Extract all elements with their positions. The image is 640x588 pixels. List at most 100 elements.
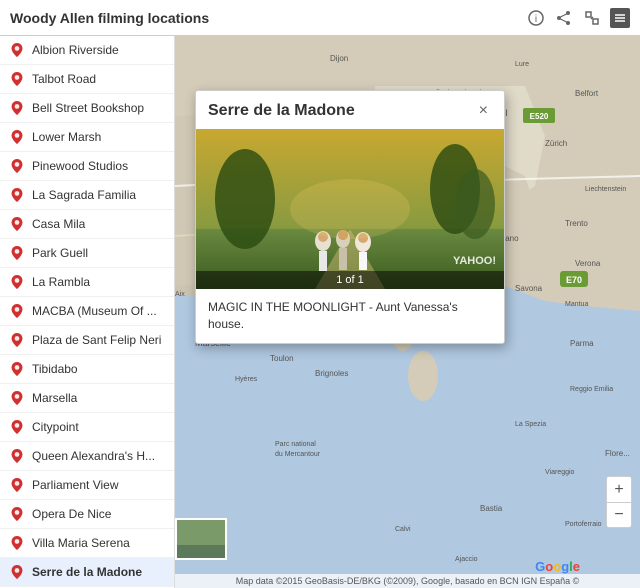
pin-icon bbox=[10, 565, 24, 579]
sidebar-item-label: Villa Maria Serena bbox=[32, 536, 130, 550]
pin-icon bbox=[10, 449, 24, 463]
svg-text:E70: E70 bbox=[566, 275, 582, 285]
sidebar-item-label: Tibidabo bbox=[32, 362, 78, 376]
pin-icon bbox=[10, 478, 24, 492]
sidebar-item-2[interactable]: Talbot Road bbox=[0, 65, 174, 94]
location-popup: Serre de la Madone × bbox=[195, 90, 505, 344]
pin-icon bbox=[10, 536, 24, 550]
header-actions: i bbox=[526, 8, 630, 28]
sidebar-item-label: Albion Riverside bbox=[32, 43, 119, 57]
sidebar-item-label: Plaza de Sant Felip Neri bbox=[32, 333, 161, 347]
svg-text:Flore...: Flore... bbox=[605, 449, 630, 458]
sidebar-item-label: La Rambla bbox=[32, 275, 90, 289]
sidebar-item-label: Parliament View bbox=[32, 478, 118, 492]
sidebar-item-5[interactable]: Pinewood Studios bbox=[0, 152, 174, 181]
sidebar-item-7[interactable]: Casa Mila bbox=[0, 210, 174, 239]
sidebar-item-13[interactable]: Marsella bbox=[0, 384, 174, 413]
yahoo-watermark: YAHOO! bbox=[453, 255, 496, 267]
sidebar-item-label: Queen Alexandra's H... bbox=[32, 449, 155, 463]
sidebar-item-8[interactable]: Park Guell bbox=[0, 239, 174, 268]
svg-text:Portoferraio: Portoferraio bbox=[565, 521, 602, 528]
zoom-in-button[interactable]: + bbox=[606, 476, 632, 502]
sidebar-item-label: Park Guell bbox=[32, 246, 88, 260]
share-icon[interactable] bbox=[554, 8, 574, 28]
svg-text:Viareggio: Viareggio bbox=[545, 469, 575, 476]
svg-text:Lure: Lure bbox=[515, 61, 529, 68]
zoom-out-button[interactable]: − bbox=[606, 502, 632, 528]
sidebar-item-3[interactable]: Bell Street Bookshop bbox=[0, 94, 174, 123]
sidebar-item-10[interactable]: MACBA (Museum Of ... bbox=[0, 297, 174, 326]
svg-text:Dijon: Dijon bbox=[330, 54, 348, 63]
popup-title: Serre de la Madone bbox=[208, 102, 355, 120]
sidebar-item-label: MACBA (Museum Of ... bbox=[32, 304, 157, 318]
street-view-thumbnail[interactable] bbox=[175, 518, 227, 560]
svg-text:Reggio Emilia: Reggio Emilia bbox=[570, 386, 613, 393]
sidebar-item-label: Opera De Nice bbox=[32, 507, 111, 521]
svg-text:Brignoles: Brignoles bbox=[315, 369, 348, 378]
sidebar-item-label: Talbot Road bbox=[32, 72, 96, 86]
pin-icon bbox=[10, 362, 24, 376]
svg-text:Hyères: Hyères bbox=[235, 376, 258, 383]
popup-header: Serre de la Madone × bbox=[196, 91, 504, 129]
popup-close-button[interactable]: × bbox=[475, 101, 492, 121]
svg-text:Trento: Trento bbox=[565, 219, 588, 228]
pin-icon bbox=[10, 391, 24, 405]
location-sidebar: Albion Riverside Talbot Road Bell Street… bbox=[0, 36, 175, 588]
sidebar-item-12[interactable]: Tibidabo bbox=[0, 355, 174, 384]
pin-icon bbox=[10, 217, 24, 231]
svg-text:Liechtenstein: Liechtenstein bbox=[585, 186, 626, 193]
sidebar-item-label: Lower Marsh bbox=[32, 130, 101, 144]
svg-text:Parc national: Parc national bbox=[275, 441, 316, 448]
sidebar-item-16[interactable]: Parliament View bbox=[0, 471, 174, 500]
sidebar-item-label: Bell Street Bookshop bbox=[32, 101, 144, 115]
popup-image-container: YAHOO! 1 of 1 bbox=[196, 129, 504, 289]
sidebar-item-11[interactable]: Plaza de Sant Felip Neri bbox=[0, 326, 174, 355]
pin-icon bbox=[10, 43, 24, 57]
map-attribution: Map data ©2015 GeoBasis-DE/BKG (©2009), … bbox=[175, 574, 640, 588]
svg-text:Toulon: Toulon bbox=[270, 354, 294, 363]
svg-text:Bastia: Bastia bbox=[480, 504, 503, 513]
sidebar-item-9[interactable]: La Rambla bbox=[0, 268, 174, 297]
sidebar-item-label: Serre de la Madone bbox=[32, 565, 142, 579]
menu-icon[interactable] bbox=[610, 8, 630, 28]
svg-text:La Spezia: La Spezia bbox=[515, 421, 546, 428]
svg-text:Aix: Aix bbox=[175, 291, 185, 298]
sidebar-item-19[interactable]: Serre de la Madone bbox=[0, 558, 174, 587]
google-logo: Google bbox=[535, 559, 580, 574]
svg-text:Belfort: Belfort bbox=[575, 89, 599, 98]
zoom-controls: + − bbox=[606, 476, 632, 528]
sidebar-item-4[interactable]: Lower Marsh bbox=[0, 123, 174, 152]
image-counter: 1 of 1 bbox=[196, 271, 504, 289]
svg-text:du Mercantour: du Mercantour bbox=[275, 451, 321, 458]
sidebar-item-14[interactable]: Citypoint bbox=[0, 413, 174, 442]
pin-icon bbox=[10, 72, 24, 86]
info-icon[interactable]: i bbox=[526, 8, 546, 28]
popup-caption: MAGIC IN THE MOONLIGHT - Aunt Vanessa's … bbox=[196, 289, 504, 343]
svg-text:Savona: Savona bbox=[515, 284, 543, 293]
svg-text:i: i bbox=[535, 14, 537, 25]
pin-icon bbox=[10, 159, 24, 173]
expand-icon[interactable] bbox=[582, 8, 602, 28]
pin-icon bbox=[10, 130, 24, 144]
sidebar-item-18[interactable]: Villa Maria Serena bbox=[0, 529, 174, 558]
app-header: Woody Allen filming locations i bbox=[0, 0, 640, 36]
app-title: Woody Allen filming locations bbox=[10, 10, 526, 26]
pin-icon bbox=[10, 275, 24, 289]
sidebar-item-15[interactable]: Queen Alexandra's H... bbox=[0, 442, 174, 471]
sidebar-items-list: Albion Riverside Talbot Road Bell Street… bbox=[0, 36, 174, 588]
sidebar-item-1[interactable]: Albion Riverside bbox=[0, 36, 174, 65]
pin-icon bbox=[10, 507, 24, 521]
svg-text:Parma: Parma bbox=[570, 339, 594, 348]
sidebar-item-label: Marsella bbox=[32, 391, 77, 405]
sidebar-item-17[interactable]: Opera De Nice bbox=[0, 500, 174, 529]
sidebar-item-label: Pinewood Studios bbox=[32, 159, 128, 173]
svg-text:Calvi: Calvi bbox=[395, 526, 411, 533]
svg-text:Ajaccio: Ajaccio bbox=[455, 556, 478, 563]
sidebar-item-label: Citypoint bbox=[32, 420, 79, 434]
pin-icon bbox=[10, 188, 24, 202]
sidebar-item-label: Casa Mila bbox=[32, 217, 85, 231]
pin-icon bbox=[10, 101, 24, 115]
pin-icon bbox=[10, 246, 24, 260]
pin-icon bbox=[10, 304, 24, 318]
sidebar-item-6[interactable]: La Sagrada Familia bbox=[0, 181, 174, 210]
